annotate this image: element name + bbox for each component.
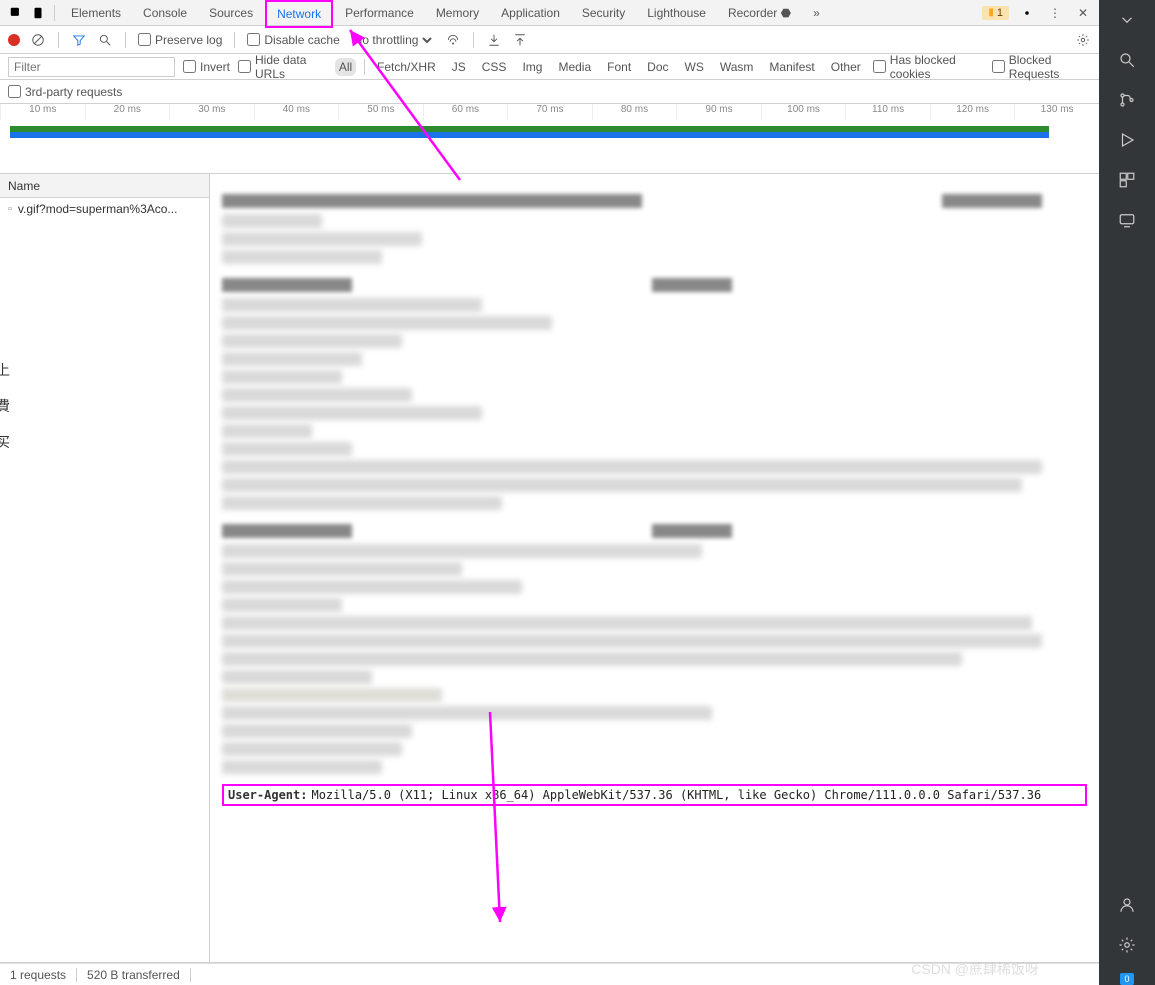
timeline-tick: 40 ms <box>254 104 339 120</box>
filter-type-doc[interactable]: Doc <box>643 58 672 76</box>
tab-recorder[interactable]: Recorder ⬣ <box>718 1 801 25</box>
tabs-overflow[interactable]: » <box>803 1 830 25</box>
source-control-icon[interactable] <box>1115 88 1139 112</box>
filter-type-wasm[interactable]: Wasm <box>716 58 758 76</box>
disable-cache-checkbox[interactable]: Disable cache <box>247 33 339 47</box>
filter-bar-2: 3rd-party requests <box>0 80 1099 104</box>
remote-icon[interactable] <box>1115 208 1139 232</box>
tab-network[interactable]: Network <box>265 0 333 28</box>
record-button[interactable] <box>8 34 20 46</box>
column-header-name[interactable]: Name <box>0 174 209 198</box>
filter-icon[interactable] <box>71 32 87 48</box>
export-icon[interactable] <box>512 32 528 48</box>
preserve-log-checkbox[interactable]: Preserve log <box>138 33 222 47</box>
ua-key: User-Agent: <box>228 788 307 802</box>
hide-data-urls-checkbox[interactable]: Hide data URLs <box>238 53 327 81</box>
filter-type-fetchxhr[interactable]: Fetch/XHR <box>373 58 440 76</box>
network-conditions-icon[interactable] <box>445 32 461 48</box>
throttling-select[interactable]: No throttling <box>350 32 435 48</box>
filter-type-css[interactable]: CSS <box>478 58 511 76</box>
timeline-overview[interactable]: 10 ms 20 ms 30 ms 40 ms 50 ms 60 ms 70 m… <box>0 104 1099 174</box>
blocked-cookies-checkbox[interactable]: Has blocked cookies <box>873 53 984 81</box>
tab-lighthouse[interactable]: Lighthouse <box>637 1 716 25</box>
ua-value: Mozilla/5.0 (X11; Linux x86_64) AppleWeb… <box>311 788 1041 802</box>
filter-type-font[interactable]: Font <box>603 58 635 76</box>
chevron-down-icon[interactable] <box>1115 8 1139 32</box>
activity-bar: 0 <box>1099 0 1155 985</box>
timeline-tick: 90 ms <box>676 104 761 120</box>
file-icon: ▫ <box>8 203 12 215</box>
third-party-checkbox[interactable]: 3rd-party requests <box>8 85 122 99</box>
settings-gear-icon[interactable] <box>1075 32 1091 48</box>
tab-application[interactable]: Application <box>491 1 570 25</box>
inspect-icon[interactable] <box>6 3 26 23</box>
filter-type-other[interactable]: Other <box>827 58 865 76</box>
separator <box>54 5 55 21</box>
close-icon[interactable]: ✕ <box>1073 3 1093 23</box>
issues-badge[interactable]: 1 <box>982 6 1009 20</box>
import-icon[interactable] <box>486 32 502 48</box>
search-icon[interactable] <box>1115 48 1139 72</box>
status-badge[interactable]: 0 <box>1120 973 1133 985</box>
annotation-arrow-to-ua <box>470 702 530 942</box>
tab-memory[interactable]: Memory <box>426 1 489 25</box>
tab-console[interactable]: Console <box>133 1 197 25</box>
timeline-tick: 120 ms <box>930 104 1015 120</box>
status-requests: 1 requests <box>10 968 66 982</box>
tab-security[interactable]: Security <box>572 1 635 25</box>
filter-type-all[interactable]: All <box>335 58 356 76</box>
request-details-panel: User-Agent: Mozilla/5.0 (X11; Linux x86_… <box>210 174 1099 962</box>
timeline-tick: 10 ms <box>0 104 85 120</box>
run-icon[interactable] <box>1115 128 1139 152</box>
timeline-tick: 100 ms <box>761 104 846 120</box>
filter-type-ws[interactable]: WS <box>681 58 708 76</box>
timeline-bar-blue <box>10 132 1049 138</box>
filter-bar: Invert Hide data URLs All Fetch/XHR JS C… <box>0 54 1099 80</box>
request-row[interactable]: ▫ v.gif?mod=superman%3Aco... <box>0 198 209 220</box>
extensions-icon[interactable] <box>1115 168 1139 192</box>
tab-performance[interactable]: Performance <box>335 1 424 25</box>
invert-checkbox[interactable]: Invert <box>183 60 230 74</box>
timeline-tick: 70 ms <box>507 104 592 120</box>
network-toolbar: Preserve log Disable cache No throttling <box>0 26 1099 54</box>
timeline-tick: 130 ms <box>1014 104 1099 120</box>
gear-icon[interactable] <box>1017 3 1037 23</box>
timeline-tick: 30 ms <box>169 104 254 120</box>
timeline-tick: 20 ms <box>85 104 170 120</box>
partial-left-text: 上費买 <box>0 360 10 452</box>
request-name-column: Name ▫ v.gif?mod=superman%3Aco... <box>0 174 210 962</box>
request-name: v.gif?mod=superman%3Aco... <box>18 202 178 216</box>
device-icon[interactable] <box>28 3 48 23</box>
watermark-text: CSDN @蔗肆稀饭呀 <box>911 959 1039 979</box>
status-transferred: 520 B transferred <box>87 968 180 982</box>
search-icon[interactable] <box>97 32 113 48</box>
timeline-tick: 80 ms <box>592 104 677 120</box>
manage-gear-icon[interactable] <box>1115 933 1139 957</box>
clear-icon[interactable] <box>30 32 46 48</box>
timeline-tick: 110 ms <box>845 104 930 120</box>
timeline-tick: 60 ms <box>423 104 508 120</box>
filter-type-img[interactable]: Img <box>518 58 546 76</box>
tab-elements[interactable]: Elements <box>61 1 131 25</box>
filter-type-js[interactable]: JS <box>448 58 470 76</box>
user-agent-header: User-Agent: Mozilla/5.0 (X11; Linux x86_… <box>222 784 1087 806</box>
devtools-tabbar: Elements Console Sources Network Perform… <box>0 0 1099 26</box>
filter-type-media[interactable]: Media <box>554 58 595 76</box>
tab-sources[interactable]: Sources <box>199 1 263 25</box>
timeline-tick: 50 ms <box>338 104 423 120</box>
filter-type-manifest[interactable]: Manifest <box>765 58 818 76</box>
blocked-requests-checkbox[interactable]: Blocked Requests <box>992 53 1091 81</box>
kebab-icon[interactable]: ⋮ <box>1045 3 1065 23</box>
account-icon[interactable] <box>1115 893 1139 917</box>
filter-input[interactable] <box>8 57 175 77</box>
